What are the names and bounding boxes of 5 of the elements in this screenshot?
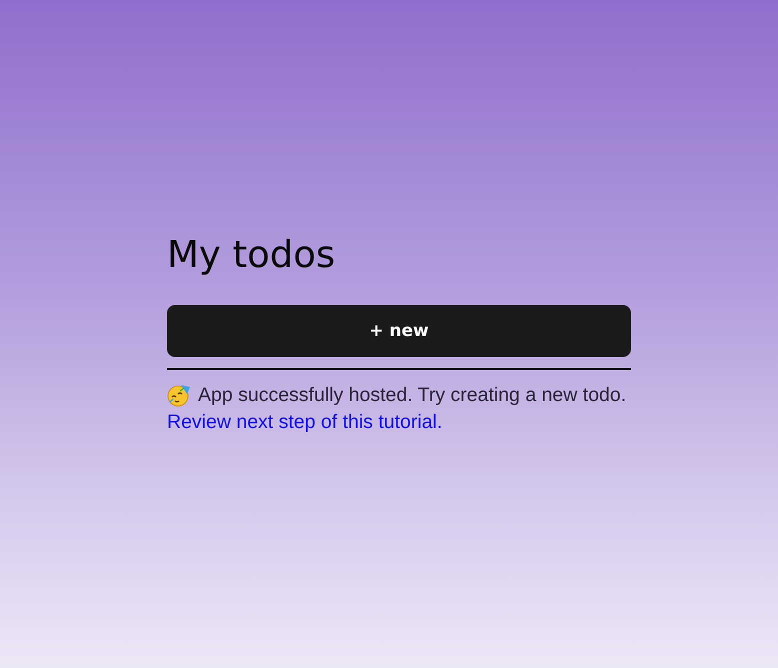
new-todo-button[interactable]: + new — [167, 305, 631, 357]
tutorial-link[interactable]: Review next step of this tutorial. — [167, 409, 442, 435]
page-heading: My todos — [167, 232, 336, 278]
party-face-icon — [167, 383, 191, 407]
status-message: App successfully hosted. Try creating a new todo. — [198, 383, 626, 408]
